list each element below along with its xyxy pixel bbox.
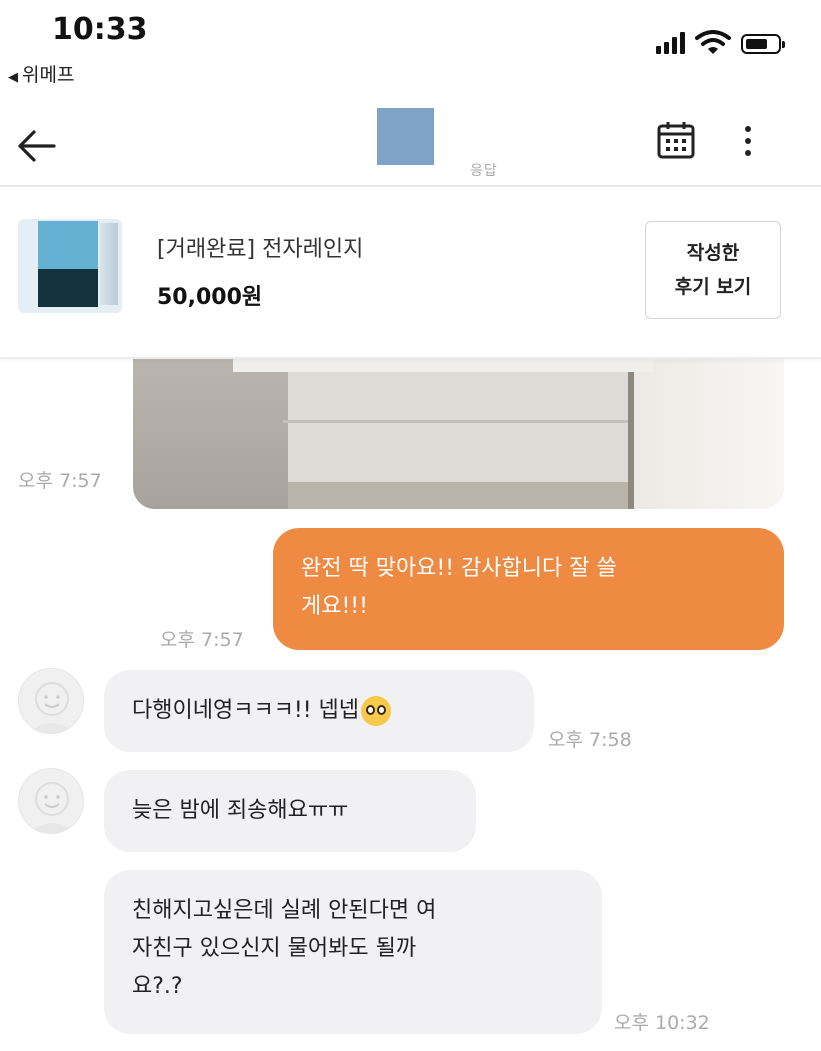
back-to-app-link[interactable]: ◀ 위메프 <box>8 60 74 87</box>
sent-message-bubble[interactable]: 완전 딱 맞아요!! 감사합니다 잘 쓸 게요!!! <box>273 528 784 650</box>
back-triangle-icon: ◀ <box>8 70 18 85</box>
status-icons <box>656 30 785 54</box>
message-text: 다행이네영ㅋㅋㅋ!! 넵넵 <box>132 698 360 723</box>
battery-icon <box>741 34 785 54</box>
default-profile-icon <box>29 682 75 733</box>
chat-screen: 10:33 ◀ 위메프 응답 [거래완료] 전자레인지 50,000원 작성한 … <box>0 0 821 1051</box>
message-text-line: 자친구 있으신지 물어봐도 될까 <box>132 936 417 961</box>
received-message-bubble[interactable]: 늦은 밤에 죄송해요ㅠㅠ <box>104 770 476 852</box>
message-time: 오후 10:32 <box>614 1012 710 1034</box>
message-text-line: 게요!!! <box>301 594 368 619</box>
more-vertical-icon[interactable] <box>741 124 755 158</box>
signal-icon <box>656 32 685 54</box>
pleading-face-emoji-icon <box>361 696 392 726</box>
chat-header: 응답 <box>0 100 821 186</box>
back-app-label: 위메프 <box>22 64 75 86</box>
calendar-icon[interactable] <box>656 120 696 160</box>
status-time: 10:33 <box>52 12 148 47</box>
message-text-line: 요?.? <box>132 974 183 999</box>
message-text-line: 완전 딱 맞아요!! 감사합니다 잘 쓸 <box>301 556 617 581</box>
message-time: 오후 7:58 <box>548 729 632 751</box>
message-time: 오후 7:57 <box>18 470 102 492</box>
product-price: 50,000원 <box>157 285 263 310</box>
message-text: 늦은 밤에 죄송해요ㅠㅠ <box>132 798 349 823</box>
view-review-button[interactable]: 작성한 후기 보기 <box>645 221 781 319</box>
received-message-bubble[interactable]: 친해지고싶은데 실례 안된다면 여 자친구 있으신지 물어봐도 될까 요?.? <box>104 870 602 1034</box>
received-photo[interactable] <box>133 340 784 509</box>
partner-avatar[interactable] <box>18 668 84 734</box>
partner-avatar[interactable] <box>18 768 84 834</box>
default-profile-icon <box>29 782 75 833</box>
partner-status-text: 응답 <box>470 163 498 179</box>
partner-profile-image[interactable] <box>377 108 434 165</box>
message-text-line: 친해지고싶은데 실례 안된다면 여 <box>132 898 437 923</box>
back-arrow-icon[interactable] <box>14 124 58 168</box>
message-time: 오후 7:57 <box>160 629 244 651</box>
received-message-bubble[interactable]: 다행이네영ㅋㅋㅋ!! 넵넵 <box>104 670 534 752</box>
product-card[interactable]: [거래완료] 전자레인지 50,000원 작성한 후기 보기 <box>0 187 821 359</box>
wifi-icon <box>695 30 731 54</box>
product-title: [거래완료] 전자레인지 <box>157 237 364 262</box>
product-thumbnail[interactable] <box>18 219 122 313</box>
